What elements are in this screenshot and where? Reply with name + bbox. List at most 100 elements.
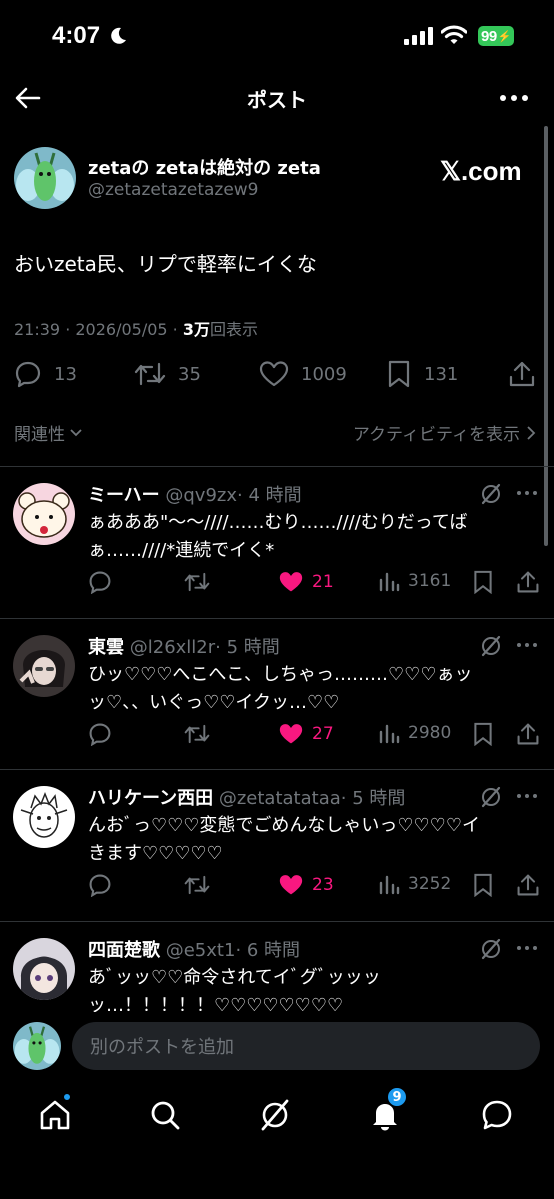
views-button[interactable]: 2980 bbox=[378, 722, 451, 744]
reply-header: 東雲 @l26xll2r· 5 時間 bbox=[88, 633, 280, 659]
reply-avatar[interactable] bbox=[13, 483, 75, 545]
reply-input[interactable]: 別のポストを追加 bbox=[72, 1022, 540, 1070]
reply-handle[interactable]: @l26xll2r bbox=[130, 637, 215, 658]
reply-text: ぁあああ"〜〜////……むり……////むりだってばぁ……////*連続でイく… bbox=[88, 512, 468, 561]
cellular-signal-icon bbox=[404, 27, 434, 45]
share-button[interactable] bbox=[516, 570, 540, 594]
reply-author-name[interactable]: ハリケーン西田 bbox=[88, 788, 213, 809]
reply-button[interactable]: 13 bbox=[14, 360, 77, 388]
reply-handle[interactable]: @e5xt1 bbox=[166, 940, 236, 961]
grok-icon[interactable] bbox=[480, 786, 502, 808]
battery-indicator: 99 ⚡ bbox=[478, 26, 514, 46]
share-icon bbox=[516, 873, 540, 897]
analytics-icon bbox=[378, 722, 400, 744]
views-count: 2980 bbox=[408, 723, 452, 743]
repost-button[interactable] bbox=[184, 873, 210, 897]
like-button[interactable]: 23 bbox=[278, 873, 334, 897]
bookmark-button[interactable] bbox=[472, 722, 494, 746]
author-handle[interactable]: @zetazetazetazew9 bbox=[88, 180, 259, 200]
share-icon bbox=[508, 360, 536, 388]
nav-grok[interactable] bbox=[258, 1098, 294, 1134]
views-count: 3万 bbox=[182, 320, 210, 339]
reply-handle[interactable]: @zetatatataa bbox=[219, 788, 341, 809]
repost-icon bbox=[184, 873, 210, 897]
reply-count: 13 bbox=[54, 363, 77, 385]
reply-avatar[interactable] bbox=[13, 938, 75, 1000]
notification-badge: 9 bbox=[386, 1086, 408, 1108]
my-avatar[interactable] bbox=[13, 1022, 61, 1070]
grok-icon[interactable] bbox=[480, 635, 502, 657]
views-count: 3252 bbox=[408, 874, 452, 894]
like-button[interactable]: 27 bbox=[278, 722, 334, 746]
reply-author-name[interactable]: ミーハー bbox=[88, 485, 160, 506]
reply-time: · 4 時間 bbox=[237, 485, 302, 506]
status-time: 4:07 bbox=[52, 22, 101, 49]
sort-filter-label: 関連性 bbox=[14, 425, 65, 445]
nav-home[interactable] bbox=[38, 1092, 74, 1134]
bookmark-icon bbox=[472, 570, 494, 594]
search-icon bbox=[148, 1098, 184, 1132]
reply-avatar[interactable] bbox=[13, 786, 75, 848]
reply-more-icon[interactable] bbox=[516, 944, 538, 952]
reply-icon bbox=[14, 360, 42, 388]
reply-handle[interactable]: @qv9zx bbox=[165, 485, 237, 506]
grok-icon[interactable] bbox=[480, 938, 502, 960]
reply-composer: 別のポストを追加 bbox=[0, 1012, 554, 1080]
reply-more-icon[interactable] bbox=[516, 489, 538, 497]
reply-author-name[interactable]: 東雲 bbox=[88, 637, 124, 658]
reply-avatar[interactable] bbox=[13, 635, 75, 697]
bookmark-icon bbox=[472, 873, 494, 897]
reply-header: ミーハー @qv9zx· 4 時間 bbox=[88, 481, 302, 507]
share-button[interactable] bbox=[516, 722, 540, 746]
reply-icon bbox=[88, 873, 112, 897]
sort-filter-dropdown[interactable]: 関連性 bbox=[14, 420, 83, 445]
nav-notifications[interactable]: 9 bbox=[368, 1086, 408, 1134]
heart-filled-icon bbox=[278, 570, 304, 594]
reply-more-icon[interactable] bbox=[516, 641, 538, 649]
nav-search[interactable] bbox=[148, 1098, 184, 1134]
reply-button[interactable] bbox=[88, 873, 112, 897]
home-icon bbox=[38, 1098, 74, 1132]
nav-messages[interactable] bbox=[480, 1098, 516, 1134]
reply-more-icon[interactable] bbox=[516, 792, 538, 800]
reply-time: · 5 時間 bbox=[215, 637, 280, 658]
reply-item[interactable]: ハリケーン西田 @zetatatataa· 5 時間 んおﾞっ♡♡♡変態でごめん… bbox=[0, 770, 554, 921]
heart-filled-icon bbox=[278, 873, 304, 897]
views-button[interactable]: 3161 bbox=[378, 570, 451, 592]
reply-text: あﾞッッ♡♡命令されてイﾞグﾞッッッッ…！！！！！♡♡♡♡♡♡♡♡ bbox=[88, 967, 381, 1012]
share-button[interactable] bbox=[508, 360, 536, 388]
activity-label: アクティビティを表示 bbox=[352, 425, 520, 445]
author-name[interactable]: zetaの zetaは絶対の zeta bbox=[88, 154, 321, 180]
more-options-icon[interactable] bbox=[498, 86, 530, 110]
reply-item[interactable]: 東雲 @l26xll2r· 5 時間 ひッ♡♡♡へこへこ、しちゃっ………♡♡♡ぁ… bbox=[0, 619, 554, 770]
bottom-nav: 9 bbox=[0, 1082, 554, 1199]
bookmark-button[interactable]: 131 bbox=[386, 360, 458, 388]
reply-item[interactable]: 四面楚歌 @e5xt1· 6 時間 あﾞッッ♡♡命令されてイﾞグﾞッッッッ…！！… bbox=[0, 922, 554, 1012]
repost-icon bbox=[184, 570, 210, 594]
like-button[interactable]: 21 bbox=[278, 570, 334, 594]
bookmark-button[interactable] bbox=[472, 873, 494, 897]
reply-button[interactable] bbox=[88, 570, 112, 594]
repost-button[interactable]: 35 bbox=[134, 360, 201, 388]
repost-button[interactable] bbox=[184, 722, 210, 746]
view-activity-link[interactable]: アクティビティを表示 bbox=[353, 420, 536, 445]
reply-actions: 27 2980 bbox=[88, 722, 540, 748]
top-header: ポスト bbox=[0, 76, 554, 120]
status-bar: 4:07 99 ⚡ bbox=[0, 0, 554, 72]
reply-time: · 6 時間 bbox=[235, 940, 301, 961]
like-button[interactable]: 1009 bbox=[259, 360, 347, 388]
bookmark-icon bbox=[472, 722, 494, 746]
repost-button[interactable] bbox=[184, 570, 210, 594]
grok-icon[interactable] bbox=[480, 483, 502, 505]
post-timestamp: 21:39 · 2026/05/05 · bbox=[14, 320, 183, 339]
bookmark-button[interactable] bbox=[472, 570, 494, 594]
reply-text: んおﾞっ♡♡♡変態でごめんなしゃいっ♡♡♡♡イきます♡♡♡♡♡ bbox=[88, 815, 480, 864]
reply-author-name[interactable]: 四面楚歌 bbox=[88, 940, 160, 961]
author-avatar[interactable] bbox=[14, 147, 76, 209]
share-button[interactable] bbox=[516, 873, 540, 897]
reply-button[interactable] bbox=[88, 722, 112, 746]
reply-item[interactable]: ミーハー @qv9zx· 4 時間 ぁあああ"〜〜////……むり……////む… bbox=[0, 467, 554, 618]
views-count: 3161 bbox=[408, 571, 452, 591]
heart-filled-icon bbox=[278, 722, 304, 746]
views-button[interactable]: 3252 bbox=[378, 873, 451, 895]
